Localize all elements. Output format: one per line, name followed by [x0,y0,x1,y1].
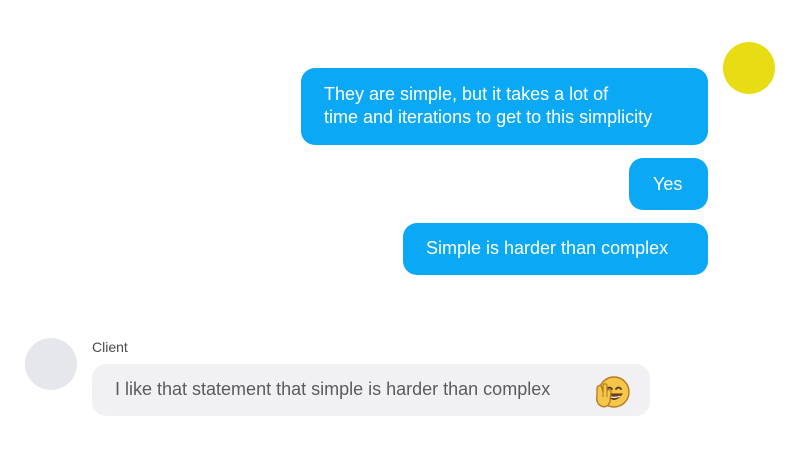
outgoing-message-2: Yes [629,158,708,210]
self-avatar [723,42,775,94]
sender-name: Client [92,339,128,355]
smiling-waving-hand-emoji-icon [595,376,630,408]
incoming-message: I like that statement that simple is har… [92,364,650,416]
message-text: Simple is harder than complex [426,238,669,258]
message-line-1: They are simple, but it takes a lot of [324,84,609,104]
message-text: Yes [653,174,683,194]
client-avatar [25,338,77,390]
outgoing-message-1: They are simple, but it takes a lot of t… [301,68,708,145]
message-text: I like that statement that simple is har… [115,379,551,399]
message-line-2: time and iterations to get to this simpl… [324,107,653,127]
outgoing-message-3: Simple is harder than complex [403,223,708,275]
